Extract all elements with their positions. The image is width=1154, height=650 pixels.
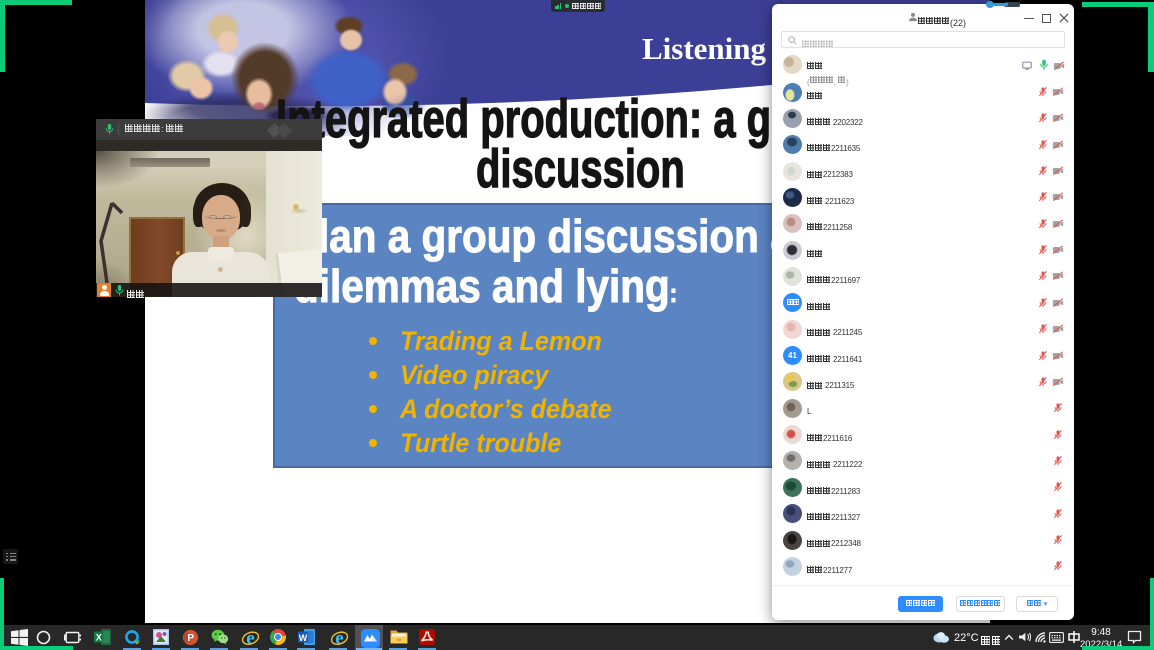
svg-text:X: X: [95, 633, 101, 643]
svg-text:P: P: [187, 633, 194, 644]
svg-text:W: W: [298, 633, 307, 643]
